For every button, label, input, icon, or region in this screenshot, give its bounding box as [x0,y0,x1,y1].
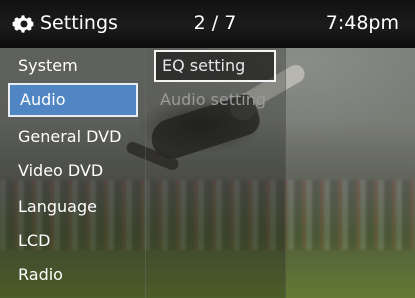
submenu-item-audio-setting[interactable]: Audio setting [154,86,272,114]
clock: 7:48pm [325,12,399,34]
menu-item-general-dvd[interactable]: General DVD [18,122,121,152]
header-title: Settings [40,12,118,34]
menu-item-video-dvd[interactable]: Video DVD [18,156,103,186]
menu-item-lcd[interactable]: LCD [18,226,50,256]
page-indicator: 2 / 7 [193,12,237,34]
options-pane [285,48,415,298]
header-bar: Settings 2 / 7 7:48pm [0,0,415,48]
menu-item-audio[interactable]: Audio [8,83,138,117]
main-menu: System Audio General DVD Video DVD Langu… [0,48,145,298]
menu-item-radio[interactable]: Radio [18,260,63,290]
submenu: EQ setting Audio setting [145,48,286,298]
submenu-item-eq-setting[interactable]: EQ setting [154,50,276,82]
menu-item-system[interactable]: System [18,51,78,81]
menu-item-language[interactable]: Language [18,192,97,222]
gear-icon [12,15,34,33]
